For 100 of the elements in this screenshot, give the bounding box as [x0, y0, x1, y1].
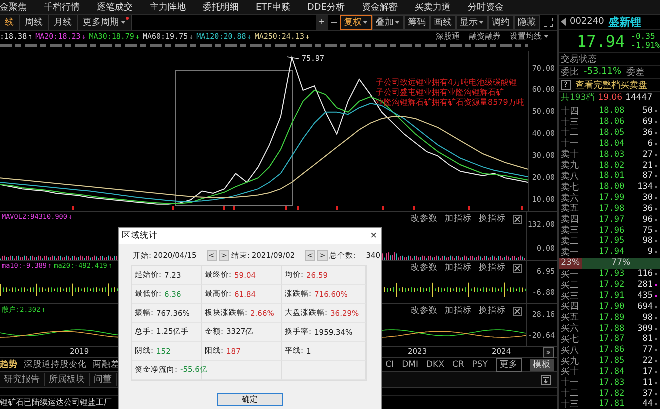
download-icon[interactable]: [541, 374, 551, 384]
level-volume: 435: [636, 291, 653, 302]
level-label: 买二: [560, 280, 580, 292]
level-label: 卖五: [560, 202, 580, 214]
menu-tab[interactable]: DDE分析: [307, 0, 345, 14]
chart-tool-button[interactable]: 画线: [430, 15, 456, 30]
level-volume: 36: [642, 128, 653, 138]
indicator-tab[interactable]: CR: [452, 360, 464, 370]
indicator-action[interactable]: 加指标: [445, 262, 472, 274]
indicator-action[interactable]: 改参数: [411, 213, 438, 225]
chart-link[interactable]: 融资融券: [469, 30, 501, 42]
level-volume: 6: [646, 138, 653, 149]
close-icon[interactable]: [513, 264, 522, 272]
chart-tool-button[interactable]: 复权: [340, 15, 372, 30]
price-change: -0.35: [631, 32, 656, 41]
level-price: 17.87: [599, 334, 626, 344]
level-price: 18.04: [599, 138, 626, 149]
chart-tool-button[interactable]: 筹码: [404, 15, 430, 30]
level-label: 十四: [560, 106, 580, 118]
level-volume: 98: [642, 236, 653, 246]
level-volume: 309: [636, 324, 653, 334]
menu-tab[interactable]: 逐笔成交: [97, 0, 133, 14]
indicator-action[interactable]: 换指标: [479, 305, 506, 317]
caret-icon: [544, 34, 549, 38]
level-label: 买六: [560, 322, 580, 334]
leader-line: [286, 56, 300, 60]
sell-ratio: 23%: [561, 258, 580, 268]
level-label: 卖九: [560, 160, 580, 172]
chart-tool-button[interactable]: 显示: [456, 15, 488, 30]
indicator-action[interactable]: 换指标: [479, 262, 506, 274]
indicator-tab[interactable]: DKX: [426, 360, 444, 370]
level-label: 卖七: [560, 182, 580, 194]
add-button[interactable]: +: [316, 15, 328, 30]
indicator-action[interactable]: 加指标: [445, 213, 472, 225]
indicator-tab[interactable]: 更多: [496, 358, 522, 372]
expand-button[interactable]: »: [543, 347, 554, 358]
indicator-tab[interactable]: PSY: [472, 360, 488, 370]
indicator-action[interactable]: 换指标: [479, 213, 506, 225]
period-tab[interactable]: 月线: [49, 15, 78, 30]
level-price: 18.00: [599, 182, 626, 192]
menu-tab[interactable]: 委托明细: [203, 0, 239, 14]
chart-link[interactable]: 深股通: [436, 30, 460, 42]
dialog-title: 区域统计: [122, 230, 159, 242]
chart-tool-button[interactable]: 叠加: [372, 15, 404, 30]
level-price: 17.81: [599, 399, 626, 409]
close-icon[interactable]: [513, 214, 522, 224]
level-price: 17.85: [599, 356, 626, 366]
level-price: 17.94: [599, 247, 626, 258]
bottom-tab[interactable]: 深股通持股变化: [24, 358, 87, 370]
menu-tab[interactable]: 分时资金: [468, 0, 504, 14]
news-text[interactable]: 锂矿石已陆续运达公司锂盐工厂: [0, 396, 112, 409]
level-price: 18.08: [599, 106, 626, 116]
indicator-action[interactable]: 改参数: [411, 262, 438, 274]
level-label: 十三: [560, 116, 580, 128]
level-volume: 22: [642, 356, 653, 366]
indicator-tab[interactable]: DMI: [402, 360, 418, 370]
fullscreen-icon[interactable]: [544, 18, 553, 27]
chart-tool-button[interactable]: 调约: [488, 15, 514, 30]
indicator-action[interactable]: 改参数: [411, 305, 438, 317]
level-price: 18.03: [599, 150, 626, 160]
chart-link[interactable]: 设置均线: [510, 30, 549, 42]
ok-button[interactable]: 确定: [217, 393, 283, 406]
period-tab[interactable]: 更多周期: [78, 15, 132, 30]
left-arrow-icon[interactable]: [561, 18, 566, 26]
menu-tab[interactable]: 买卖力道: [414, 0, 451, 14]
menu-tab[interactable]: 金聚焦: [0, 0, 27, 14]
info-tab[interactable]: 研究报告: [0, 373, 45, 386]
close-icon[interactable]: [513, 306, 522, 316]
indicator-action[interactable]: 加指标: [445, 305, 472, 317]
indicator-tab[interactable]: CI: [386, 360, 394, 370]
selection-rectangle[interactable]: [176, 70, 294, 206]
menu-tab[interactable]: ETF申赎: [256, 0, 290, 14]
level-label: 十一: [560, 376, 580, 388]
level-price: 18.05: [599, 128, 626, 138]
menu-tab[interactable]: 主力阵地: [150, 0, 186, 14]
level-price: 18.02: [599, 160, 626, 171]
chart-annotation: 子公司致远锂业拥有4万吨电池级碳酸锂: [376, 78, 518, 88]
menu-tab[interactable]: 资金解密: [362, 0, 398, 14]
level-label: 卖六: [560, 192, 580, 204]
info-tab[interactable]: 所属板块: [45, 373, 90, 386]
level-price: 17.90: [599, 302, 626, 312]
level-label: 买四: [560, 301, 580, 313]
close-button[interactable]: ×: [366, 230, 381, 242]
bottom-tab[interactable]: 趋势: [0, 358, 18, 370]
period-tab[interactable]: 周线: [20, 15, 49, 30]
level-price: 17.82: [599, 388, 626, 399]
level-label: 十二: [560, 388, 580, 400]
last-price: 17.94: [577, 32, 626, 50]
full-book-link[interactable]: 查看完整档买卖盘: [576, 78, 648, 92]
chart-tool-button[interactable]: 隐藏: [514, 15, 540, 30]
level-price: 17.91: [599, 291, 626, 302]
info-tab[interactable]: 问董: [90, 373, 117, 386]
level-volume: 36: [642, 204, 653, 214]
level-label: 买三: [560, 290, 580, 302]
stock-code: 002240: [570, 17, 604, 27]
indicator-tab[interactable]: 模板: [530, 358, 554, 370]
level-price: 18.06: [599, 117, 626, 128]
period-tab[interactable]: 线: [0, 15, 20, 30]
level-volume: 11: [642, 378, 653, 388]
menu-tab[interactable]: 千档行情: [44, 0, 80, 14]
